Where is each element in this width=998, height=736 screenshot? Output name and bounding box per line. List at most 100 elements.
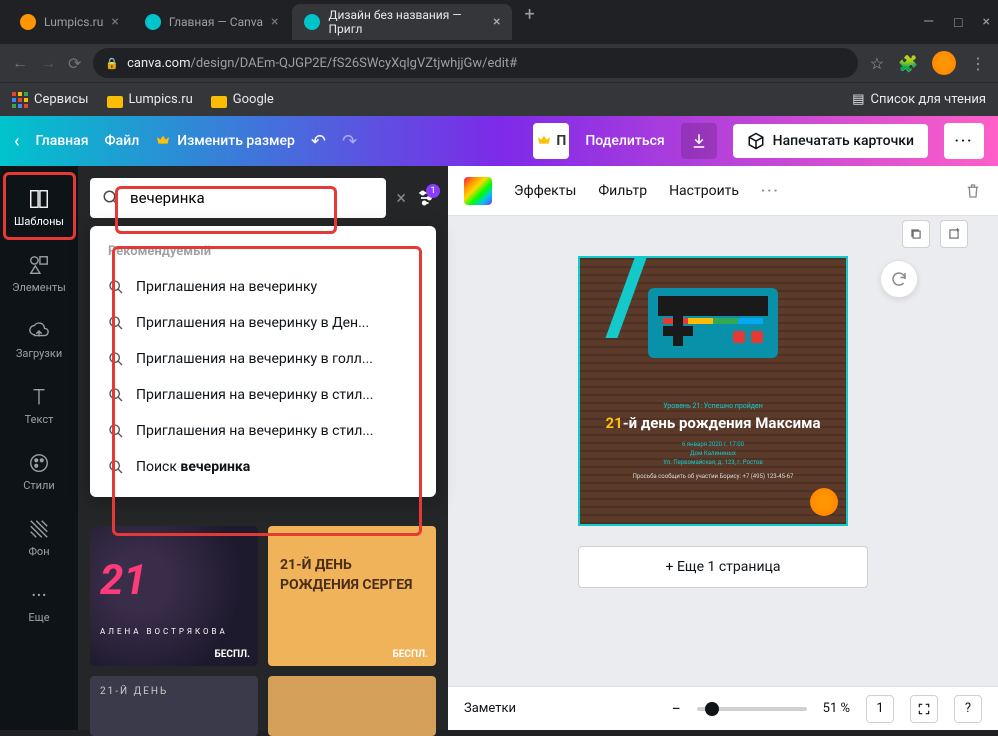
- tab-title: Главная — Canva: [169, 15, 263, 29]
- dropdown-header: Рекомендуемый: [98, 238, 428, 269]
- zoom-slider[interactable]: [697, 707, 807, 711]
- suggestion-1[interactable]: Приглашения на вечеринку в Ден...: [98, 305, 428, 341]
- close-icon[interactable]: ×: [111, 14, 118, 30]
- favicon-canva: [304, 14, 320, 30]
- close-icon[interactable]: ×: [271, 14, 278, 30]
- file-button[interactable]: Файл: [105, 133, 140, 149]
- bookmark-google[interactable]: Google: [211, 92, 274, 107]
- filter-button[interactable]: 1: [416, 188, 436, 208]
- bookmarks-bar: Сервисы Lumpics.ru Google ▤ Список для ч…: [0, 82, 998, 116]
- url-input[interactable]: 🔒 canva.com/design/DAEm-QJGP2E/fS26SWcyX…: [93, 48, 857, 78]
- filter-button[interactable]: Фильтр: [598, 183, 647, 199]
- suggestion-4[interactable]: Приглашения на вечеринку в стил...: [98, 413, 428, 449]
- share-button[interactable]: Поделиться: [585, 133, 664, 149]
- print-button[interactable]: Напечатать карточки: [733, 124, 928, 158]
- suggestion-search[interactable]: Поиск вечеринка: [98, 449, 428, 485]
- profile-avatar[interactable]: [932, 51, 956, 75]
- tab-0[interactable]: Lumpics.ru ×: [8, 4, 131, 40]
- sidebar-uploads[interactable]: Загрузки: [0, 306, 78, 372]
- add-page-icon[interactable]: [940, 220, 968, 248]
- template-number: 21: [100, 556, 147, 605]
- undo-icon[interactable]: ↶: [311, 131, 326, 152]
- search-for-term: вечеринка: [180, 459, 250, 475]
- page-indicator[interactable]: 1: [866, 695, 894, 723]
- canvas-body[interactable]: Уровень 21: Успешно пройден 21-й день ро…: [448, 216, 998, 686]
- sidebar-styles[interactable]: Стили: [0, 438, 78, 504]
- suggestion-0[interactable]: Приглашения на вечеринку: [98, 269, 428, 305]
- premium-button[interactable]: П: [533, 123, 569, 159]
- orange-graphic: [810, 488, 838, 516]
- bookmark-services[interactable]: Сервисы: [12, 92, 89, 108]
- uploads-icon: [27, 319, 51, 343]
- title-rest: -й день рождения Максима: [623, 414, 821, 432]
- extension-icon[interactable]: 🧩: [898, 54, 918, 73]
- reload-button[interactable]: ⟳: [68, 54, 81, 73]
- suggestion-2[interactable]: Приглашения на вечеринку в голл...: [98, 341, 428, 377]
- close-icon[interactable]: ×: [493, 14, 500, 30]
- close-button[interactable]: ×: [983, 14, 990, 31]
- duplicate-page-icon[interactable]: [902, 220, 930, 248]
- minimize-button[interactable]: —: [923, 14, 934, 31]
- more-button[interactable]: ···: [944, 123, 984, 159]
- sidebar-label: Текст: [25, 413, 54, 426]
- tab-1[interactable]: Главная — Canva ×: [133, 4, 291, 40]
- sidebar-elements[interactable]: Элементы: [0, 240, 78, 306]
- template-card[interactable]: [268, 676, 436, 736]
- help-icon[interactable]: ?: [954, 695, 982, 723]
- menu-icon[interactable]: ⋮: [970, 54, 986, 73]
- text-icon: [27, 385, 51, 409]
- notes-button[interactable]: Заметки: [464, 701, 655, 716]
- trash-icon[interactable]: [964, 182, 982, 200]
- search-icon: [108, 279, 126, 295]
- sidebar-text[interactable]: Текст: [0, 372, 78, 438]
- tab-2[interactable]: Дизайн без названия — Пригл ×: [292, 4, 512, 40]
- new-tab-button[interactable]: +: [514, 4, 544, 40]
- resize-button[interactable]: Изменить размер: [155, 133, 295, 149]
- search-input[interactable]: [130, 189, 374, 207]
- tab-title: Дизайн без названия — Пригл: [328, 8, 485, 36]
- search-icon: [108, 423, 126, 439]
- home-button[interactable]: Главная: [36, 133, 89, 149]
- download-icon: [690, 132, 708, 150]
- sidebar-templates[interactable]: Шаблоны: [0, 174, 78, 240]
- more-icon[interactable]: ···: [761, 183, 780, 199]
- maximize-button[interactable]: □: [954, 14, 962, 31]
- back-icon[interactable]: ‹: [14, 131, 20, 152]
- styles-icon: [27, 451, 51, 475]
- url-domain: canva.com: [127, 56, 190, 71]
- redo-icon[interactable]: ↷: [342, 131, 357, 152]
- search-icon: [108, 387, 126, 403]
- suggestion-3[interactable]: Приглашения на вечеринку в стил...: [98, 377, 428, 413]
- add-page-button[interactable]: + Еще 1 страница: [578, 546, 868, 588]
- sidebar-label: Фон: [28, 545, 49, 558]
- template-text: 21-Й ДЕНЬ РОЖДЕНИЯ СЕРГЕЯ: [268, 526, 436, 625]
- template-card[interactable]: 21 АЛЕНА ВОСТРЯКОВА БЕСПЛ.: [90, 526, 258, 666]
- folder-icon: [107, 96, 123, 108]
- search-box[interactable]: [90, 178, 386, 218]
- reading-list-button[interactable]: ▤ Список для чтения: [852, 92, 986, 107]
- fullscreen-icon[interactable]: [910, 695, 938, 723]
- color-picker[interactable]: [464, 177, 492, 205]
- refresh-button[interactable]: [880, 260, 918, 298]
- free-label: БЕСПЛ.: [215, 649, 250, 660]
- adjust-button[interactable]: Настроить: [669, 183, 739, 199]
- download-button[interactable]: [681, 123, 717, 159]
- sidebar-more[interactable]: ··· Еще: [0, 570, 78, 636]
- effects-button[interactable]: Эффекты: [514, 183, 576, 199]
- bookmark-lumpics[interactable]: Lumpics.ru: [107, 92, 193, 107]
- browser-titlebar: Lumpics.ru × Главная — Canva × Дизайн бе…: [0, 0, 998, 44]
- forward-button[interactable]: →: [40, 53, 56, 73]
- template-text: 21-Й ДЕНЬ: [90, 676, 258, 707]
- bookmark-label: Google: [233, 92, 274, 107]
- template-card[interactable]: 21-Й ДЕНЬ: [90, 676, 258, 736]
- template-name: АЛЕНА ВОСТРЯКОВА: [100, 627, 228, 636]
- sidebar-background[interactable]: Фон: [0, 504, 78, 570]
- templates-icon: [27, 187, 51, 211]
- sidebar-label: Шаблоны: [14, 215, 64, 228]
- template-card[interactable]: 21-Й ДЕНЬ РОЖДЕНИЯ СЕРГЕЯ БЕСПЛ.: [268, 526, 436, 666]
- star-icon[interactable]: ☆: [870, 54, 884, 73]
- design-canvas[interactable]: Уровень 21: Успешно пройден 21-й день ро…: [578, 256, 848, 526]
- clear-search-icon[interactable]: ×: [396, 188, 406, 209]
- favicon-orange: [20, 14, 36, 30]
- back-button[interactable]: ←: [12, 53, 28, 73]
